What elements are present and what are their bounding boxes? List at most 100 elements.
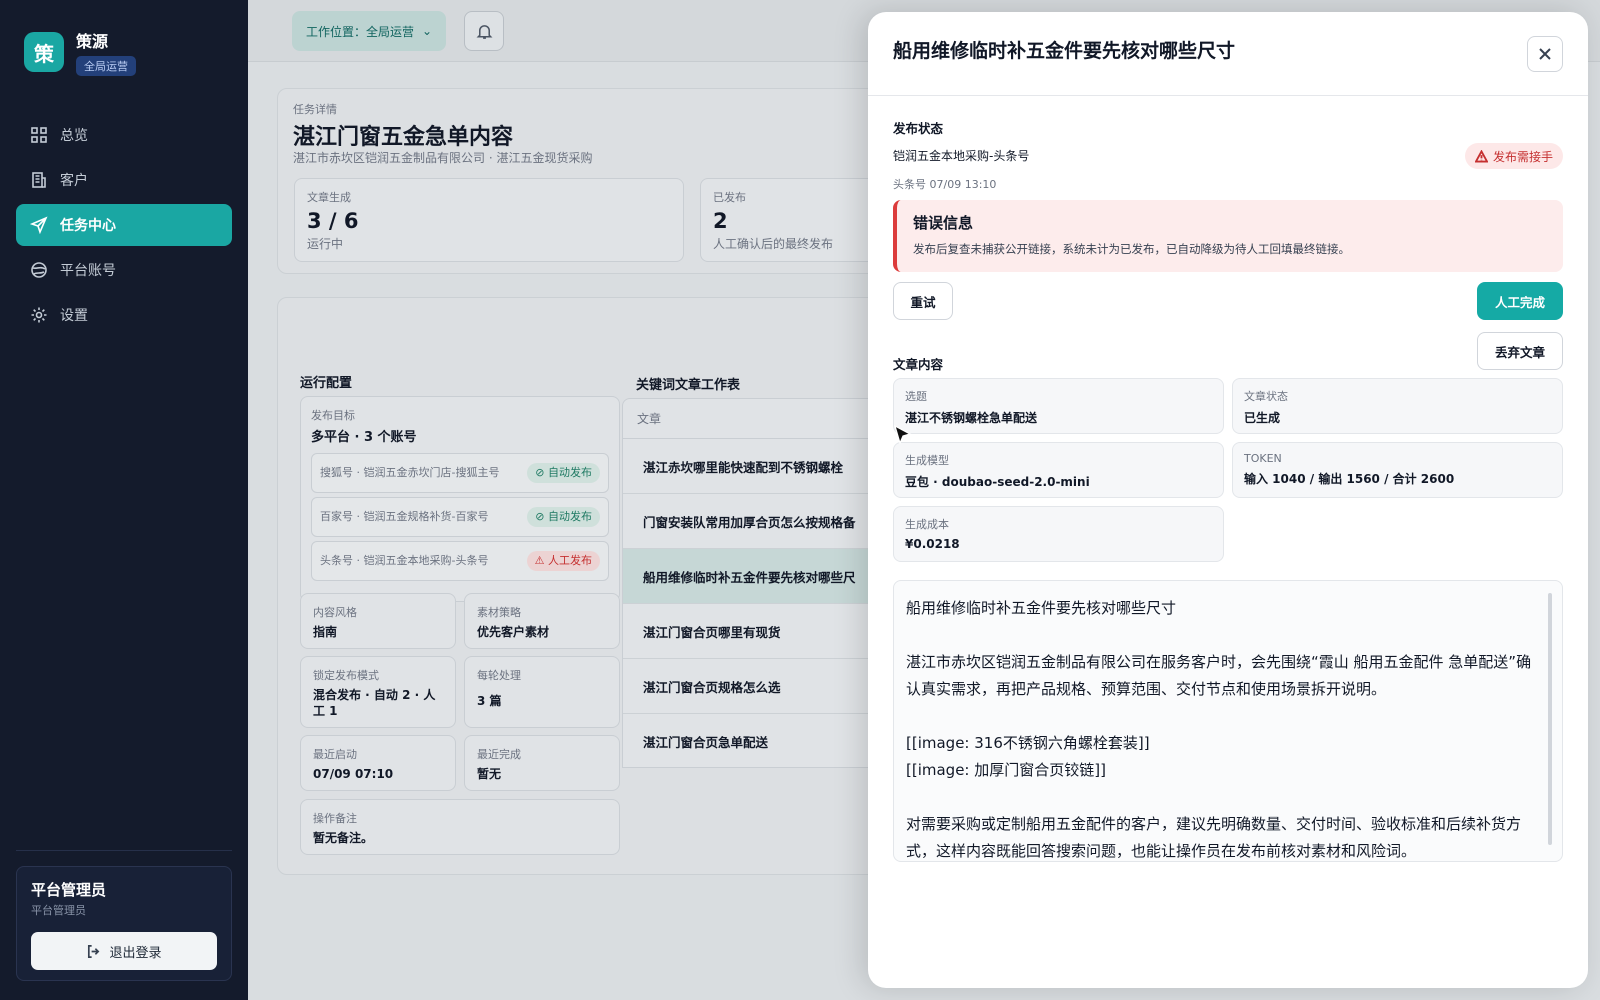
- content-line: 船用维修临时补五金件要先核对哪些尺寸: [906, 599, 1177, 617]
- brand-name: 策源: [76, 32, 109, 51]
- account-row[interactable]: 搜狐号 · 铠润五金赤坎门店-搜狐主号 ⊘ 自动发布: [311, 453, 609, 493]
- nav-label: 设置: [60, 308, 88, 324]
- error-text: 发布后复查未捕获公开链接，系统未计为已发布，已自动降级为待人工回填最终链接。: [913, 242, 1350, 256]
- card-label: 文章状态: [1244, 390, 1288, 403]
- warn-label: 发布需接手: [1492, 149, 1553, 164]
- send-icon: [30, 216, 48, 234]
- card-value: 混合发布 · 自动 2 · 人工 1: [313, 688, 436, 719]
- account-row[interactable]: 百家号 · 铠润五金规格补货-百家号 ⊘ 自动发布: [311, 497, 609, 537]
- table-row[interactable]: 湛江门窗合页哪里有现货: [623, 604, 897, 659]
- close-button[interactable]: [1527, 36, 1563, 72]
- note-card: 操作备注 暂无备注。: [300, 799, 620, 855]
- discard-article-button[interactable]: 丢弃文章: [1477, 332, 1563, 370]
- close-icon: [1539, 48, 1551, 60]
- sidebar: 策 策源 全局运营 总览 客户 任务中心 平台账号 设置 平台管理员 平台管理员: [0, 0, 248, 1000]
- content-section-title: 文章内容: [893, 357, 944, 372]
- user-card: 平台管理员 平台管理员 退出登录: [16, 866, 232, 981]
- target-value: 多平台 · 3 个账号: [311, 430, 417, 445]
- stat-label: 已发布: [713, 191, 746, 204]
- warning-icon: [1474, 149, 1488, 163]
- batch-card: 每轮处理 3 篇: [464, 656, 620, 728]
- chevron-down-icon: ⌄: [422, 24, 433, 38]
- nav-label: 客户: [60, 173, 88, 189]
- sidebar-divider: [16, 850, 232, 851]
- card-label: 最近完成: [477, 748, 521, 761]
- table-header: 文章: [623, 399, 897, 439]
- cursor-icon: [894, 424, 912, 445]
- card-label: 内容风格: [313, 606, 357, 619]
- table-row[interactable]: 门窗安装队常用加厚合页怎么按规格备: [623, 494, 897, 549]
- grid-icon: [31, 127, 47, 143]
- content-line: 对需要采购或定制船用五金配件的客户，建议先明确数量、交付时间、验收标准和后续补货…: [906, 815, 1522, 860]
- content-line: [[image: 316不锈钢六角螺栓套装]]: [906, 734, 1150, 752]
- logout-button[interactable]: 退出登录: [31, 932, 217, 970]
- error-title: 错误信息: [913, 214, 974, 232]
- card-label: 选题: [905, 390, 927, 403]
- account-row[interactable]: 头条号 · 铠润五金本地采购-头条号 ⚠ 人工发布: [311, 541, 609, 581]
- drawer-header: 船用维修临时补五金件要先核对哪些尺寸: [868, 12, 1588, 96]
- table-row[interactable]: 湛江门窗合页急单配送: [623, 714, 897, 767]
- location-label: 工作位置：全局运营: [306, 24, 415, 39]
- publish-section-title: 发布状态: [893, 121, 944, 136]
- target-label: 发布目标: [311, 409, 355, 422]
- card-value: 湛江不锈钢螺栓急单配送: [905, 411, 1038, 425]
- article-content[interactable]: 船用维修临时补五金件要先核对哪些尺寸 湛江市赤坎区铠润五金制品有限公司在服务客户…: [893, 580, 1563, 862]
- cost-card: 生成成本 ¥0.0218: [893, 506, 1224, 562]
- content-line: [906, 784, 1542, 811]
- gear-icon: [31, 307, 47, 323]
- retry-button[interactable]: 重试: [893, 282, 953, 320]
- card-value: 暂无: [477, 767, 502, 781]
- table-row[interactable]: 湛江赤坎哪里能快速配到不锈钢螺栓: [623, 439, 897, 494]
- nav-item-settings[interactable]: 设置: [16, 294, 232, 336]
- nav-label: 平台账号: [60, 263, 116, 279]
- account-name: 搜狐号 · 铠润五金赤坎门店-搜狐主号: [320, 465, 500, 479]
- stat-card-published: 已发布 2 人工确认后的最终发布: [700, 178, 880, 262]
- notification-button[interactable]: [464, 11, 504, 51]
- publish-target-box: 发布目标 多平台 · 3 个账号 搜狐号 · 铠润五金赤坎门店-搜狐主号 ⊘ 自…: [300, 396, 620, 602]
- status-badge: ⚠ 人工发布: [526, 550, 600, 572]
- user-name: 平台管理员: [31, 881, 107, 899]
- nav-item-platform-accounts[interactable]: 平台账号: [16, 249, 232, 291]
- card-value: 暂无备注。: [313, 831, 374, 845]
- table-row[interactable]: 船用维修临时补五金件要先核对哪些尺: [623, 549, 897, 604]
- card-label: 生成成本: [905, 518, 949, 531]
- nav-label: 总览: [60, 128, 88, 144]
- config-title: 运行配置: [300, 376, 353, 391]
- card-value: 豆包 · doubao-seed-2.0-mini: [905, 475, 1090, 489]
- nav-label: 任务中心: [60, 218, 116, 234]
- account-name: 头条号 · 铠润五金本地采购-头条号: [320, 553, 489, 567]
- model-card: 生成模型 豆包 · doubao-seed-2.0-mini: [893, 442, 1224, 498]
- article-status-card: 文章状态 已生成: [1232, 378, 1563, 434]
- location-selector[interactable]: 工作位置：全局运营 ⌄: [292, 11, 447, 51]
- nav-item-overview[interactable]: 总览: [16, 114, 232, 156]
- content-line: [[image: 加厚门窗合页铰链]]: [906, 761, 1106, 779]
- card-value: 优先客户素材: [477, 625, 550, 639]
- publish-account: 铠润五金本地采购-头条号: [893, 149, 1030, 163]
- card-label: 素材策略: [477, 606, 521, 619]
- manual-complete-button[interactable]: 人工完成: [1477, 282, 1563, 320]
- status-badge: 发布需接手: [1464, 143, 1563, 169]
- card-value: 已生成: [1244, 411, 1281, 425]
- brand[interactable]: 策 策源 全局运营: [24, 28, 136, 76]
- work-panel: 运行配置 发布目标 多平台 · 3 个账号 搜狐号 · 铠润五金赤坎门店-搜狐主…: [277, 297, 898, 875]
- stat-note: 运行中: [307, 237, 344, 251]
- error-box: 错误信息 发布后复查未捕获公开链接，系统未计为已发布，已自动降级为待人工回填最终…: [893, 200, 1563, 272]
- scrollbar[interactable]: [1548, 593, 1552, 845]
- table-row[interactable]: 湛江门窗合页规格怎么选: [623, 659, 897, 714]
- article-drawer: 船用维修临时补五金件要先核对哪些尺寸 发布状态 铠润五金本地采购-头条号 头条号…: [868, 12, 1588, 988]
- detail-label: 任务详情: [293, 103, 337, 116]
- sidebar-nav: 总览 客户 任务中心 平台账号 设置: [16, 114, 232, 339]
- building-icon: [32, 172, 46, 188]
- nav-item-task-center[interactable]: 任务中心: [16, 204, 232, 246]
- keyword-table: 文章 湛江赤坎哪里能快速配到不锈钢螺栓 门窗安装队常用加厚合页怎么按规格备 船用…: [622, 398, 898, 768]
- stat-value: 2: [713, 209, 728, 233]
- stat-card-generated: 文章生成 3 / 6 运行中: [294, 178, 684, 262]
- nav-item-customers[interactable]: 客户: [16, 159, 232, 201]
- status-badge: ⊘ 自动发布: [527, 506, 600, 528]
- content-line: 湛江市赤坎区铠润五金制品有限公司在服务客户时，会先围绕“霞山 船用五金配件 急单…: [906, 653, 1532, 698]
- card-value: ¥0.0218: [905, 537, 960, 551]
- status-badge: ⊘ 自动发布: [527, 462, 600, 484]
- detail-subtitle: 湛江市赤坎区铠润五金制品有限公司 · 湛江五金现货采购: [293, 151, 593, 165]
- content-line: [906, 622, 1542, 649]
- card-label: 每轮处理: [477, 669, 521, 682]
